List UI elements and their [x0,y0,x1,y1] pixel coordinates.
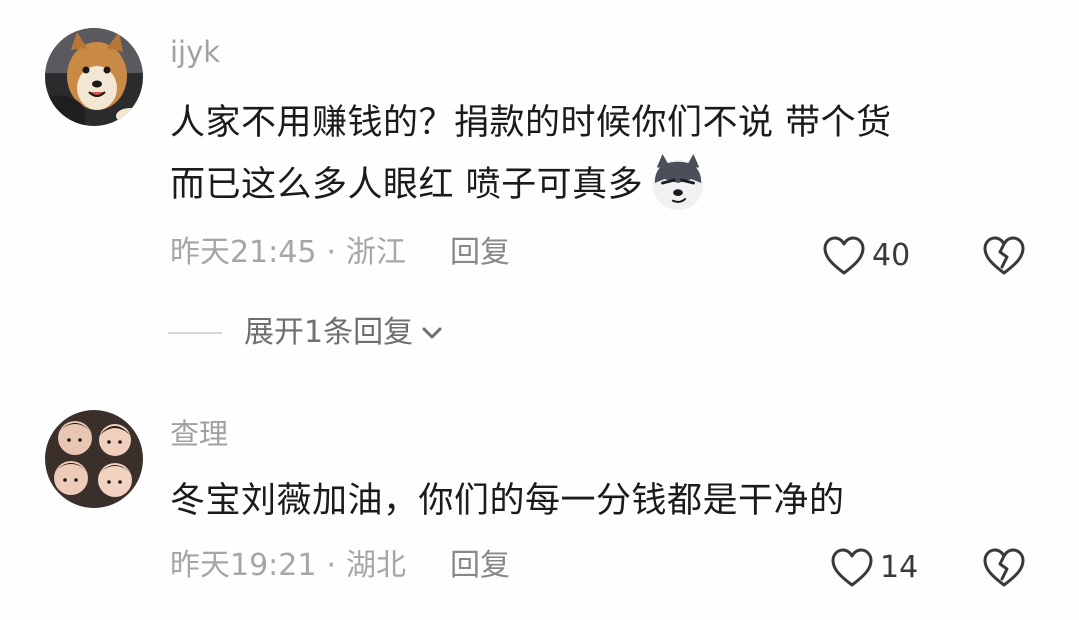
group-photo-avatar-icon [45,410,143,508]
comment-text-line: 人家不用赚钱的？捐款的时候你们不说 带个货 [170,103,892,143]
like-count: 14 [880,550,919,585]
comment-text: 冬宝刘薇加油，你们的每一分钱都是干净的 [170,470,1040,532]
chevron-down-icon [422,327,442,339]
comment-text-line: 而已这么多人眼红 喷子可真多 [170,154,1040,216]
username[interactable]: 查理 [170,420,228,449]
meta-separator: · [326,235,337,270]
user-avatar[interactable] [45,410,143,508]
expand-replies-label: 展开1条回复 [244,315,414,350]
broken-heart-icon[interactable] [982,546,1026,590]
broken-heart-icon[interactable] [982,234,1026,278]
comment-text: 人家不用赚钱的？捐款的时候你们不说 带个货 而已这么多人眼红 喷子可真多 [170,92,1040,216]
husky-smirk-emoji-icon [653,154,704,211]
expand-replies-button[interactable]: 展开1条回复 [168,318,445,348]
heart-icon [831,548,873,587]
comment-text-line: 冬宝刘薇加油，你们的每一分钱都是干净的 [170,481,845,521]
meta-separator: · [326,548,337,583]
comment-time: 昨天19:21 [170,548,317,583]
comment-time: 昨天21:45 [170,235,317,270]
reply-button[interactable]: 回复 [450,235,510,270]
comment-meta: 昨天19:21 · 湖北 回复 [170,551,510,581]
comment-text-segment: 而已这么多人眼红 喷子可真多 [170,165,644,205]
divider [168,332,222,334]
like-button[interactable]: 40 [822,234,910,278]
comment-meta: 昨天21:45 · 浙江 回复 [170,238,510,268]
like-count: 40 [872,238,911,273]
comment-item: 查理 冬宝刘薇加油，你们的每一分钱都是干净的 昨天19:21 · 湖北 回复 14 [0,400,1079,620]
like-button[interactable]: 14 [830,546,918,590]
shiba-dog-avatar-icon [45,28,143,126]
comment-location: 浙江 [346,235,407,270]
user-avatar[interactable] [45,28,143,126]
username[interactable]: ijyk [170,38,220,67]
comment-item: ijyk 人家不用赚钱的？捐款的时候你们不说 带个货 而已这么多人眼红 喷子可真… [0,0,1079,380]
heart-icon [823,236,865,275]
reply-button[interactable]: 回复 [450,548,510,583]
comment-location: 湖北 [346,548,407,583]
